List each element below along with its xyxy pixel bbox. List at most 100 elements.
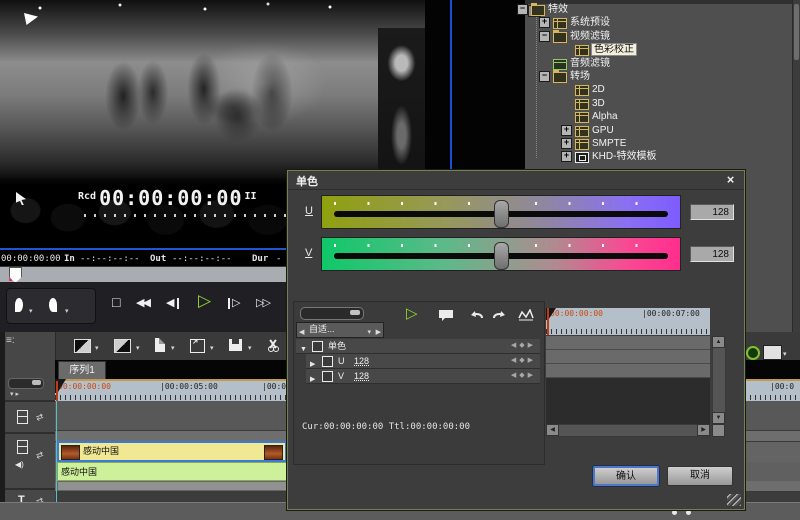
u-value-field[interactable]: 128 [690,204,734,220]
tab-sequence-1[interactable]: 序列1 [58,361,106,380]
kf-hscrollbar[interactable] [546,424,710,437]
audio-speaker-icon[interactable]: ◀) [15,460,24,469]
fx-item-label[interactable]: SMPTE [592,138,626,149]
fx-item-label[interactable]: Alpha [592,111,618,122]
curve-icon[interactable] [518,309,534,321]
kf-scroll-right-button[interactable]: ▶ [697,424,710,436]
collapse-icon[interactable]: − [517,4,528,15]
track-zoom-slider[interactable] [8,378,44,389]
kf-scroll-left-button[interactable]: ◀ [546,424,559,436]
cancel-button[interactable]: 取消 [667,466,733,486]
kf-lane[interactable] [546,336,710,350]
kf-row-u[interactable]: ▶ U 128 ◀◆▶ [306,354,540,369]
v-value-field[interactable]: 128 [690,246,734,262]
new-sequence-dropdown-icon[interactable]: ▾ [171,344,175,352]
fx-item-label[interactable]: GPU [592,125,614,136]
confirm-button[interactable]: 确认 [593,466,659,486]
stop-button[interactable]: □ [112,294,120,310]
v-slider-thumb[interactable] [494,242,509,270]
transition-b-icon[interactable] [114,339,131,353]
undo-icon[interactable] [470,310,484,321]
kf-checkbox[interactable] [322,371,333,382]
right-toolbar-icon[interactable] [763,345,782,360]
preview-scrubber[interactable] [0,266,287,283]
next-frame-button[interactable]: ▷ [232,296,238,309]
effects-scrollbar-thumb[interactable] [794,4,799,60]
transition-a-dropdown-icon[interactable]: ▾ [95,344,99,352]
fast-forward-button[interactable]: ▷▷ [256,296,269,309]
preset-down-icon[interactable]: ▾ [367,326,371,339]
fx-item-label[interactable]: 转场 [570,71,590,82]
u-slider-thumb[interactable] [494,200,509,228]
video-clip[interactable]: 感动中国 [57,441,287,462]
track-expand-icons[interactable]: ▾ ▸ [10,390,19,398]
clip-waveform-bar[interactable] [57,481,287,491]
preset-right-icon[interactable]: ▶ [376,326,381,339]
preset-left-icon[interactable]: ◀ [299,326,304,339]
fx-item-label[interactable]: 3D [592,98,605,109]
fx-item-label[interactable]: 系统预设 [570,17,610,28]
kf-timeline-ruler[interactable]: 00:00:00:00 |00:00:07:00 [546,308,710,335]
transition-b-dropdown-icon[interactable]: ▾ [136,344,140,352]
play-button[interactable]: ▷ [198,291,211,311]
v-gradient-slider[interactable] [321,237,681,271]
kf-lane[interactable] [546,350,710,364]
cut-icon[interactable] [267,339,280,352]
fx-item-label[interactable]: KHD-特效模板 [592,151,656,162]
expand-icon[interactable]: + [561,125,572,136]
kf-expand-icon[interactable]: ▶ [310,373,315,387]
kf-nav-arrows[interactable]: ◀◆▶ [511,339,536,353]
video2-patch-icon[interactable]: ⇄ [34,449,45,462]
save-icon[interactable] [229,339,242,351]
rewind-button[interactable]: ◀◀ [136,296,149,309]
save-dropdown-icon[interactable]: ▾ [248,344,252,352]
in-point-dropdown-icon[interactable]: ▾ [29,307,33,315]
fx-item-label[interactable]: 特效 [548,4,568,15]
fx-item-label[interactable]: 音频滤镜 [570,58,610,69]
effects-scrollbar[interactable] [792,0,800,335]
transition-a-icon[interactable] [74,339,91,353]
export-icon[interactable] [190,339,205,353]
audio-clip[interactable]: 感动中国 [57,462,287,481]
dialog-close-button[interactable]: × [723,172,738,187]
prev-frame-button[interactable]: ◀ [166,296,172,309]
fx-item-label[interactable]: 视频滤镜 [570,31,610,42]
window-left-edge [0,332,5,520]
kf-lane[interactable] [546,364,710,378]
dialog-titlebar[interactable]: 单色 × [288,171,744,190]
panel-menu-icon[interactable]: ≡: [6,335,15,346]
kf-scroll-down-button[interactable]: ▼ [712,412,725,424]
kf-checkbox[interactable] [312,341,323,352]
kf-scroll-up-button[interactable]: ▲ [712,336,725,348]
kf-play-button[interactable]: ▷ [406,304,418,322]
kf-checkbox[interactable] [322,356,333,367]
export-dropdown-icon[interactable]: ▾ [210,344,214,352]
u-gradient-slider[interactable] [321,195,681,229]
new-sequence-icon[interactable] [155,338,165,352]
set-in-point-icon[interactable] [15,298,23,312]
collapse-icon[interactable]: − [539,71,550,82]
redo-icon[interactable] [492,310,506,321]
prev-frame-bar-icon [177,298,179,309]
comment-bubble-icon[interactable] [438,309,454,322]
collapse-icon[interactable]: − [539,31,550,42]
expand-icon[interactable]: + [539,17,550,28]
expand-icon[interactable]: + [561,151,572,162]
kf-row-v[interactable]: ▶ V 128 ◀◆▶ [306,369,540,384]
kf-nav-arrows[interactable]: ◀◆▶ [511,354,536,368]
dialog-resize-grip[interactable] [727,494,741,506]
set-out-point-icon[interactable] [49,298,57,312]
right-toolbar-dropdown-icon[interactable]: ▾ [783,350,787,358]
preset-dropdown[interactable]: ◀ 自适... ▾ ▶ [296,322,384,338]
grid-icon [575,45,589,56]
kf-zoom-slider[interactable] [300,307,364,320]
kf-nav-arrows[interactable]: ◀◆▶ [511,369,536,383]
kf-row-monochrome[interactable]: ▼ 单色 ◀◆▶ [296,339,540,354]
video1-patch-icon[interactable]: ⇄ [34,411,45,424]
out-point-dropdown-icon[interactable]: ▾ [65,307,69,315]
expand-icon[interactable]: + [561,138,572,149]
fx-item-label[interactable]: 色彩校正 [592,44,636,55]
fx-item-label[interactable]: 2D [592,84,605,95]
kf-vscrollbar[interactable] [712,336,726,424]
record-indicator-icon[interactable] [746,346,760,360]
